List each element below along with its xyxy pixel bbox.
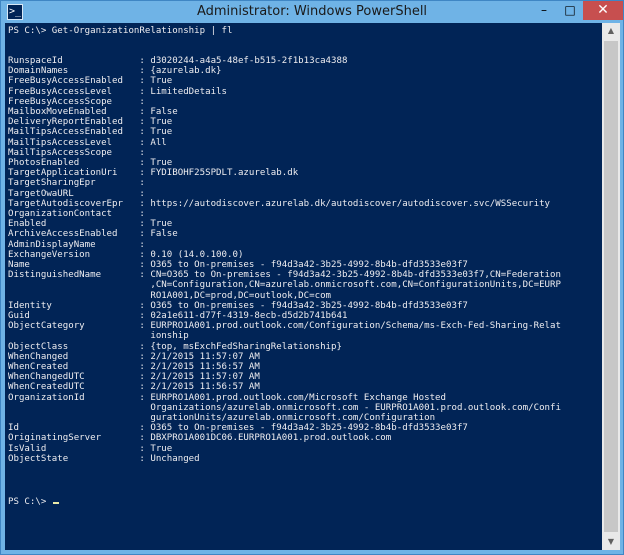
output-line: AdminDisplayName : bbox=[8, 239, 145, 250]
output-line: DomainNames : {azurelab.dk} bbox=[8, 66, 222, 77]
output-line: MailTipsAccessScope : bbox=[8, 147, 145, 158]
output-line: WhenCreated : 2/1/2015 11:56:57 AM bbox=[8, 362, 260, 372]
output-line: TargetApplicationUri : FYDIBOHF25SPDLT.a… bbox=[8, 168, 299, 179]
output-line: ObjectClass : {top, msExchFedSharingRela… bbox=[8, 341, 342, 352]
output-line: RO1A001,DC=prod,DC=outlook,DC=com bbox=[8, 290, 332, 301]
output-line: ArchiveAccessEnabled : False bbox=[8, 229, 178, 240]
output-line: OrganizationContact : bbox=[8, 209, 145, 219]
output-line: DeliveryReportEnabled : True bbox=[8, 117, 173, 128]
output-line: MailTipsAccessEnabled : True bbox=[8, 127, 173, 138]
output-line: ionship bbox=[8, 331, 189, 342]
prompt-text: PS C:\> bbox=[8, 497, 52, 507]
output-line: Identity : O365 to On-premises - f94d3a4… bbox=[8, 300, 468, 311]
powershell-window: >_ Administrator: Windows PowerShell – □… bbox=[0, 0, 624, 555]
output-line: WhenChanged : 2/1/2015 11:57:07 AM bbox=[8, 351, 260, 362]
output-line: TargetOwaURL : bbox=[8, 188, 145, 199]
window-title: Administrator: Windows PowerShell bbox=[196, 4, 428, 19]
output-line: ExchangeVersion : 0.10 (14.0.100.0) bbox=[8, 249, 244, 260]
output-line: WhenCreatedUTC : 2/1/2015 11:56:57 AM bbox=[8, 382, 260, 393]
vertical-scrollbar[interactable]: ▲ ▼ bbox=[602, 23, 620, 550]
output-line: OriginatingServer : DBXPRO1A001DC06.EURP… bbox=[8, 433, 392, 444]
output-line: MailboxMoveEnabled : False bbox=[8, 107, 178, 117]
output-line: ,CN=Configuration,CN=azurelab.onmicrosof… bbox=[8, 280, 561, 291]
output-line: Organizations/azurelab.onmicrosoft.com -… bbox=[8, 402, 561, 413]
output-line: PhotosEnabled : True bbox=[8, 158, 173, 168]
output-line: TargetAutodiscoverEpr : https://autodisc… bbox=[8, 198, 551, 209]
output-line: Id : O365 to On-premises - f94d3a42-3b25… bbox=[8, 423, 468, 434]
output-line: gurationUnits/azurelab.onmicrosoft.com/C… bbox=[8, 413, 436, 423]
text-cursor bbox=[52, 502, 59, 504]
command-line: PS C:\> Get-OrganizationRelationship | f… bbox=[8, 26, 233, 36]
output-line: Guid : 02a1e611-d77f-4319-8ecb-d5d2b741b… bbox=[8, 311, 348, 321]
output-line: OrganizationId : EURPRO1A001.prod.outloo… bbox=[8, 392, 446, 403]
output-line: FreeBusyAccessScope : bbox=[8, 96, 145, 107]
output-line: DistinguishedName : CN=O365 to On-premis… bbox=[8, 270, 561, 281]
console-output[interactable]: PS C:\> Get-OrganizationRelationship | f… bbox=[5, 23, 602, 550]
output-line: TargetSharingEpr : bbox=[8, 178, 145, 189]
minimize-button[interactable]: – bbox=[531, 1, 557, 20]
output-line: MailTipsAccessLevel : All bbox=[8, 137, 167, 148]
title-bar[interactable]: >_ Administrator: Windows PowerShell – □… bbox=[1, 1, 623, 23]
output-line: ObjectCategory : EURPRO1A001.prod.outloo… bbox=[8, 321, 561, 332]
output-line: Enabled : True bbox=[8, 219, 173, 230]
close-button[interactable]: ✕ bbox=[583, 1, 623, 20]
output-line: Name : O365 to On-premises - f94d3a42-3b… bbox=[8, 260, 468, 270]
output-line: ObjectState : Unchanged bbox=[8, 453, 200, 464]
scroll-down-icon[interactable]: ▼ bbox=[602, 534, 620, 550]
scroll-up-icon[interactable]: ▲ bbox=[602, 23, 620, 39]
output-line: WhenChangedUTC : 2/1/2015 11:57:07 AM bbox=[8, 372, 260, 383]
output-line: FreeBusyAccessEnabled : True bbox=[8, 76, 173, 87]
output-line: RunspaceId : d3020244-a4a5-48ef-b515-2f1… bbox=[8, 56, 348, 66]
scrollbar-thumb[interactable] bbox=[604, 41, 618, 532]
output-line: IsValid : True bbox=[8, 443, 173, 454]
prompt-line[interactable]: PS C:\> bbox=[8, 497, 59, 507]
output-line: FreeBusyAccessLevel : LimitedDetails bbox=[8, 86, 227, 97]
maximize-button[interactable]: □ bbox=[557, 1, 583, 20]
